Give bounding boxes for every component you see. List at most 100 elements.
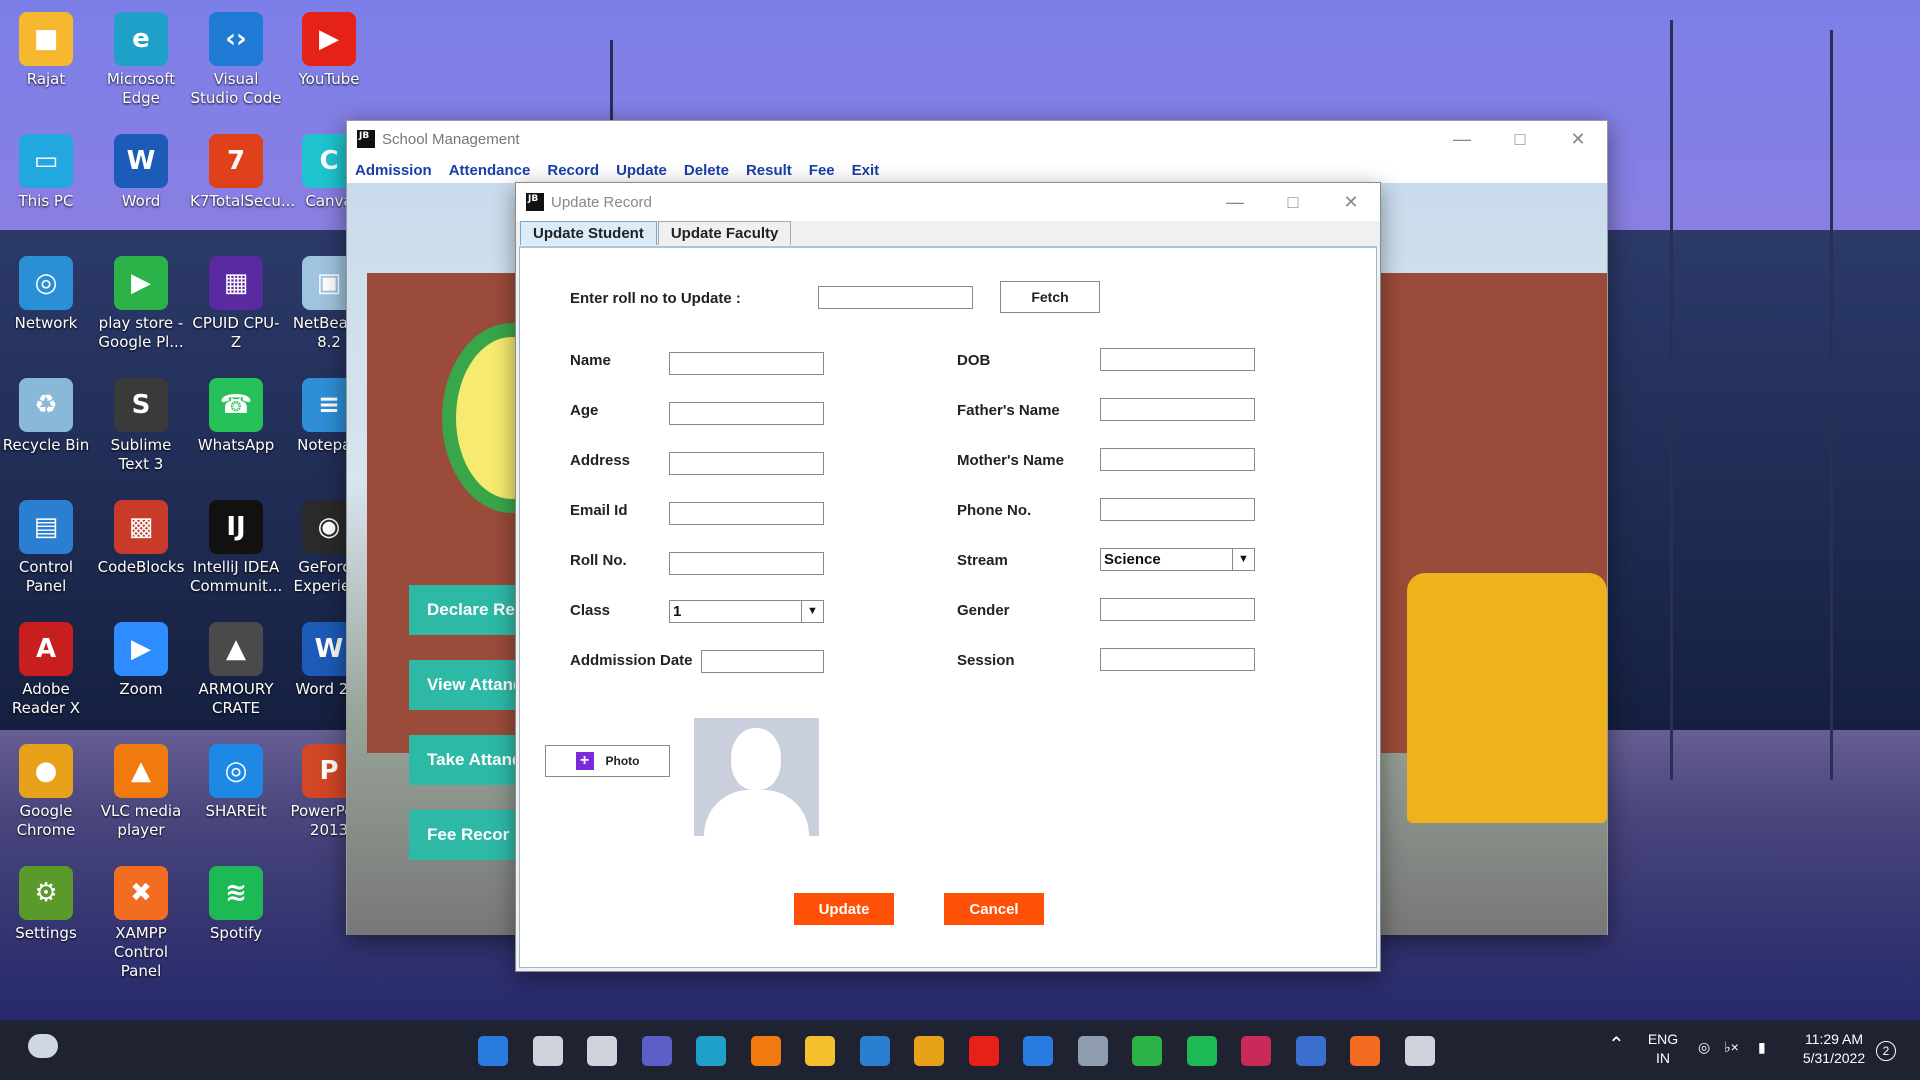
menu-update[interactable]: Update bbox=[616, 162, 667, 179]
app-taskbar-icon[interactable] bbox=[1295, 1036, 1326, 1066]
menu-record[interactable]: Record bbox=[547, 162, 599, 179]
tab-update-faculty[interactable]: Update Faculty bbox=[657, 221, 792, 245]
region-code: IN bbox=[1656, 1050, 1670, 1066]
desktop-icon-vlc-media-player[interactable]: ▲ VLC media player bbox=[95, 744, 187, 840]
dialog-maximize-button[interactable]: □ bbox=[1264, 192, 1322, 213]
desktop-icon-youtube[interactable]: ▶ YouTube bbox=[283, 12, 375, 89]
search-taskbar-icon[interactable] bbox=[532, 1036, 563, 1066]
xampp-taskbar-icon[interactable] bbox=[1350, 1036, 1380, 1066]
roll-no-label: Roll No. bbox=[570, 552, 627, 569]
desktop-icon-spotify[interactable]: ≋ Spotify bbox=[190, 866, 282, 943]
session-field[interactable] bbox=[1100, 648, 1255, 671]
admission-date-field[interactable] bbox=[701, 650, 824, 673]
age-label: Age bbox=[570, 402, 599, 419]
network-icon[interactable]: ◎ bbox=[1698, 1038, 1710, 1057]
desktop-icon-armoury-crate[interactable]: ▲ ARMOURY CRATE bbox=[190, 622, 282, 718]
update-record-dialog: JB Update Record — □ ✕ Update Student Up… bbox=[515, 182, 1381, 972]
clock[interactable]: 11:29 AM 5/31/2022 bbox=[1790, 1030, 1878, 1068]
photo-button[interactable]: + Photo bbox=[545, 745, 670, 777]
desktop-icon-recycle-bin[interactable]: ♻ Recycle Bin bbox=[0, 378, 92, 455]
store-taskbar-icon[interactable] bbox=[1023, 1036, 1053, 1066]
desktop-icon-word[interactable]: W Word bbox=[95, 134, 187, 211]
father-name-field[interactable] bbox=[1100, 398, 1255, 421]
desktop-icon-adobe-reader-x[interactable]: A Adobe Reader X bbox=[0, 622, 92, 718]
dialog-close-button[interactable]: ✕ bbox=[1322, 192, 1380, 213]
jb-taskbar-icon[interactable] bbox=[1404, 1036, 1435, 1066]
start-taskbar-icon[interactable] bbox=[478, 1036, 508, 1066]
desktop-icon-codeblocks[interactable]: ▩ CodeBlocks bbox=[95, 500, 187, 577]
notification-badge[interactable]: 2 bbox=[1876, 1041, 1896, 1061]
java-app-icon: JB bbox=[357, 130, 375, 148]
student-photo-placeholder bbox=[694, 718, 819, 836]
desktop-icon-microsoft-edge[interactable]: e Microsoft Edge bbox=[95, 12, 187, 108]
sublime-taskbar-icon[interactable] bbox=[750, 1036, 781, 1066]
youtube-taskbar-icon[interactable] bbox=[968, 1036, 999, 1066]
desktop-icon-visual-studio-code[interactable]: ‹› Visual Studio Code bbox=[190, 12, 282, 108]
menu-admission[interactable]: Admission bbox=[355, 162, 432, 179]
menu-attendance[interactable]: Attendance bbox=[449, 162, 531, 179]
mail-taskbar-icon[interactable] bbox=[859, 1036, 890, 1066]
intellij-taskbar-icon[interactable] bbox=[1241, 1036, 1271, 1066]
desktop-icon-intellij-idea-communit[interactable]: IJ IntelliJ IDEA Communit... bbox=[190, 500, 282, 596]
menu-fee[interactable]: Fee bbox=[809, 162, 835, 179]
menu-exit[interactable]: Exit bbox=[852, 162, 880, 179]
desktop-icon-zoom[interactable]: ▶ Zoom bbox=[95, 622, 187, 699]
roll-search-input[interactable] bbox=[818, 286, 973, 309]
volume-muted-icon[interactable]: ♭× bbox=[1724, 1038, 1739, 1057]
desktop-icon-control-panel[interactable]: ▤ Control Panel bbox=[0, 500, 92, 596]
photo-button-label: Photo bbox=[605, 754, 640, 768]
class-select[interactable]: 1 ▼ bbox=[669, 600, 824, 623]
spotify-taskbar-icon[interactable] bbox=[1186, 1036, 1217, 1066]
chrome-taskbar-icon[interactable] bbox=[914, 1036, 944, 1066]
minimize-button[interactable]: — bbox=[1433, 129, 1491, 150]
teams-taskbar-icon[interactable] bbox=[641, 1036, 672, 1066]
roll-no-field[interactable] bbox=[669, 552, 824, 575]
name-field[interactable] bbox=[669, 352, 824, 375]
desktop-icon-label: This PC bbox=[18, 192, 74, 210]
chevron-up-icon[interactable]: ⌃ bbox=[1608, 1035, 1625, 1055]
phone-field[interactable] bbox=[1100, 498, 1255, 521]
desktop-icon-this-pc[interactable]: ▭ This PC bbox=[0, 134, 92, 211]
app-icon: ▭ bbox=[19, 134, 73, 188]
desktop-icon-sublime-text-3[interactable]: S Sublime Text 3 bbox=[95, 378, 187, 474]
dialog-minimize-button[interactable]: — bbox=[1206, 192, 1264, 213]
email-field[interactable] bbox=[669, 502, 824, 525]
clock-time: 11:29 AM bbox=[1804, 1031, 1864, 1047]
task-view-taskbar-icon[interactable] bbox=[587, 1036, 617, 1066]
battery-icon[interactable]: ▮ bbox=[1758, 1038, 1766, 1057]
desktop-icon-k7totalsecu[interactable]: 7 K7TotalSecu... bbox=[190, 134, 295, 211]
app-icon: ● bbox=[19, 744, 73, 798]
mother-name-field[interactable] bbox=[1100, 448, 1255, 471]
update-button[interactable]: Update bbox=[794, 893, 894, 925]
desktop-icon-play-store-google-pl[interactable]: ▶ play store - Google Pl... bbox=[95, 256, 187, 352]
settings-taskbar-icon[interactable] bbox=[1077, 1036, 1108, 1066]
dob-field[interactable] bbox=[1100, 348, 1255, 371]
weather-icon[interactable] bbox=[28, 1034, 58, 1058]
desktop-icon-xampp-control-panel[interactable]: ✖ XAMPP Control Panel bbox=[95, 866, 187, 981]
menu-result[interactable]: Result bbox=[746, 162, 792, 179]
desktop-icon-google-chrome[interactable]: ● Google Chrome bbox=[0, 744, 92, 840]
chevron-down-icon[interactable]: ▼ bbox=[801, 601, 823, 622]
explorer-taskbar-icon[interactable] bbox=[805, 1036, 835, 1066]
language-indicator[interactable]: ENG IN bbox=[1645, 1030, 1681, 1068]
desktop-icon-shareit[interactable]: ◎ SHAREit bbox=[190, 744, 282, 821]
maximize-button[interactable]: □ bbox=[1491, 129, 1549, 150]
desktop-icon-network[interactable]: ◎ Network bbox=[0, 256, 92, 333]
cancel-button[interactable]: Cancel bbox=[944, 893, 1044, 925]
close-button[interactable]: ✕ bbox=[1549, 129, 1607, 150]
gender-field[interactable] bbox=[1100, 598, 1255, 621]
address-field[interactable] bbox=[669, 452, 824, 475]
menu-delete[interactable]: Delete bbox=[684, 162, 729, 179]
play-taskbar-icon[interactable] bbox=[1132, 1036, 1162, 1066]
app-icon: ▩ bbox=[114, 500, 168, 554]
edge-taskbar-icon[interactable] bbox=[696, 1036, 726, 1066]
desktop-icon-rajat[interactable]: ■ Rajat bbox=[0, 12, 92, 89]
age-field[interactable] bbox=[669, 402, 824, 425]
desktop-icon-whatsapp[interactable]: ☎ WhatsApp bbox=[190, 378, 282, 455]
stream-select[interactable]: Science ▼ bbox=[1100, 548, 1255, 571]
chevron-down-icon[interactable]: ▼ bbox=[1232, 549, 1254, 570]
tab-update-student[interactable]: Update Student bbox=[520, 221, 657, 245]
fetch-button[interactable]: Fetch bbox=[1000, 281, 1100, 313]
desktop-icon-settings[interactable]: ⚙ Settings bbox=[0, 866, 92, 943]
desktop-icon-cpuid-cpu-z[interactable]: ▦ CPUID CPU-Z bbox=[190, 256, 282, 352]
